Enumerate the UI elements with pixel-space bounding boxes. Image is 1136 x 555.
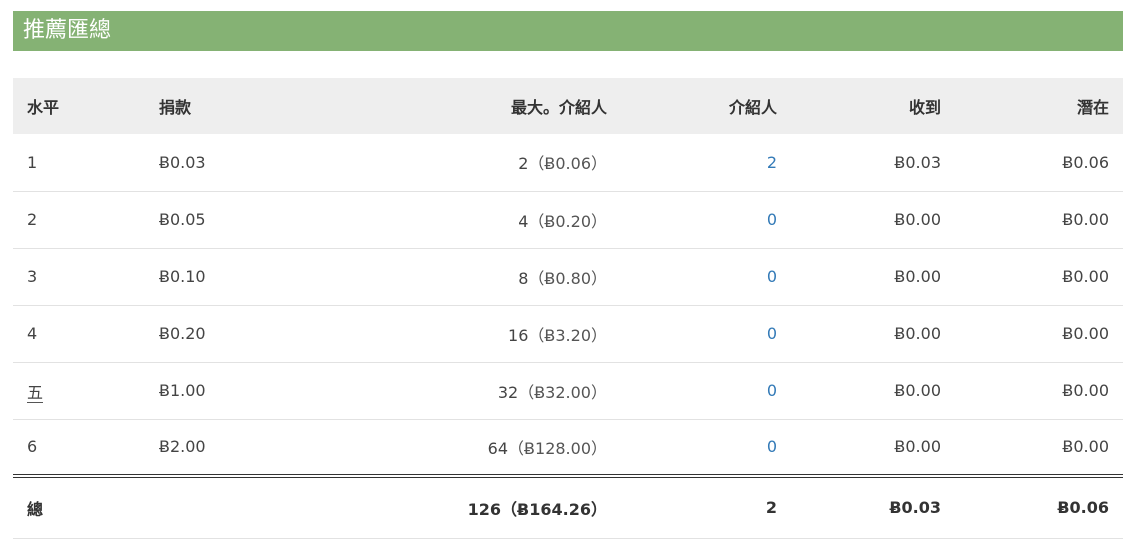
total-referrals: 2 (765, 498, 777, 518)
total-potential: Ƀ0.06 (1057, 498, 1109, 518)
cell-level: 6 (27, 437, 38, 457)
max-amount: （Ƀ0.80） (528, 268, 607, 288)
cell-max-referrals: 16（Ƀ3.20） (335, 305, 621, 362)
cell-max-referrals: 4（Ƀ0.20） (335, 191, 621, 248)
referrals-link[interactable]: 0 (767, 381, 777, 400)
max-count: 4 (518, 211, 529, 231)
total-row: 總 126（Ƀ164.26） 2 Ƀ0.03 Ƀ0.06 (13, 476, 1123, 538)
cell-potential: Ƀ0.00 (1062, 324, 1109, 343)
cell-level: 五 (13, 362, 145, 419)
total-max-referrals: 126（Ƀ164.26） (335, 476, 621, 538)
table-row: 3 Ƀ0.10 8（Ƀ0.80） 0 Ƀ0.00 Ƀ0.00 (13, 248, 1123, 305)
cell-received: Ƀ0.00 (894, 324, 941, 343)
referrals-link[interactable]: 0 (767, 210, 777, 229)
cell-donation: Ƀ2.00 (159, 437, 206, 457)
cell-max-referrals: 8（Ƀ0.80） (335, 248, 621, 305)
header-received: 收到 (908, 98, 941, 117)
cell-level: 3 (27, 267, 38, 286)
level-value: 五 (27, 382, 44, 403)
cell-referrals: 0 (621, 248, 791, 305)
total-received: Ƀ0.03 (889, 498, 941, 518)
cell-received: Ƀ0.00 (894, 381, 941, 400)
total-max-amount: （Ƀ164.26） (501, 499, 607, 519)
cell-potential: Ƀ0.00 (1062, 381, 1109, 400)
cell-potential: Ƀ0.00 (1062, 210, 1109, 229)
max-count: 32 (497, 382, 519, 402)
total-max-count: 126 (467, 499, 502, 519)
cell-potential: Ƀ0.00 (1062, 267, 1109, 286)
header-potential: 潛在 (1076, 98, 1109, 117)
header-max-referrals: 最大。介紹人 (510, 98, 607, 117)
max-amount: （Ƀ32.00） (518, 382, 607, 402)
cell-level: 4 (27, 324, 38, 343)
referral-summary-panel: 推薦匯總 水平 捐款 最大。介紹人 介紹人 收到 潛在 1 Ƀ0.03 2（Ƀ0… (13, 11, 1123, 538)
header-level: 水平 (27, 98, 60, 117)
total-label: 總 (27, 499, 44, 519)
referrals-link[interactable]: 2 (767, 153, 777, 172)
referrals-link[interactable]: 0 (767, 324, 777, 343)
cell-donation: Ƀ0.10 (159, 267, 206, 286)
cell-received: Ƀ0.03 (894, 152, 941, 172)
cell-potential: Ƀ0.06 (1062, 152, 1109, 172)
cell-max-referrals: 64（Ƀ128.00） (335, 419, 621, 476)
cell-donation: Ƀ0.05 (159, 210, 206, 229)
cell-referrals: 2 (621, 134, 791, 191)
cell-referrals: 0 (621, 362, 791, 419)
cell-received: Ƀ0.00 (894, 267, 941, 286)
max-count: 8 (518, 268, 529, 288)
cell-donation: Ƀ0.03 (159, 152, 206, 172)
table-row: 4 Ƀ0.20 16（Ƀ3.20） 0 Ƀ0.00 Ƀ0.00 (13, 305, 1123, 362)
table-row: 2 Ƀ0.05 4（Ƀ0.20） 0 Ƀ0.00 Ƀ0.00 (13, 191, 1123, 248)
max-count: 2 (518, 154, 529, 174)
table-row: 五 Ƀ1.00 32（Ƀ32.00） 0 Ƀ0.00 Ƀ0.00 (13, 362, 1123, 419)
cell-received: Ƀ0.00 (894, 437, 941, 457)
referral-summary-table: 水平 捐款 最大。介紹人 介紹人 收到 潛在 1 Ƀ0.03 2（Ƀ0.06） … (13, 78, 1123, 539)
cell-donation: Ƀ1.00 (159, 381, 206, 400)
referrals-link[interactable]: 0 (767, 437, 777, 456)
table-row: 6 Ƀ2.00 64（Ƀ128.00） 0 Ƀ0.00 Ƀ0.00 (13, 419, 1123, 476)
referrals-link[interactable]: 0 (767, 267, 777, 286)
max-amount: （Ƀ3.20） (528, 325, 607, 345)
panel-title: 推薦匯總 (13, 11, 1123, 51)
cell-potential: Ƀ0.00 (1062, 437, 1109, 457)
cell-donation: Ƀ0.20 (159, 324, 206, 343)
header-donation: 捐款 (159, 98, 192, 117)
max-amount: （Ƀ128.00） (508, 438, 607, 458)
header-referrals: 介紹人 (728, 98, 777, 117)
total-donation (145, 476, 335, 538)
max-amount: （Ƀ0.06） (528, 154, 607, 174)
table-header-row: 水平 捐款 最大。介紹人 介紹人 收到 潛在 (13, 78, 1123, 134)
cell-level: 1 (27, 152, 38, 172)
max-amount: （Ƀ0.20） (528, 211, 607, 231)
cell-received: Ƀ0.00 (894, 210, 941, 229)
cell-referrals: 0 (621, 305, 791, 362)
cell-max-referrals: 2（Ƀ0.06） (335, 134, 621, 191)
max-count: 64 (487, 438, 509, 458)
cell-max-referrals: 32（Ƀ32.00） (335, 362, 621, 419)
cell-level: 2 (27, 210, 38, 229)
cell-referrals: 0 (621, 419, 791, 476)
table-row: 1 Ƀ0.03 2（Ƀ0.06） 2 Ƀ0.03 Ƀ0.06 (13, 134, 1123, 191)
max-count: 16 (508, 325, 529, 345)
cell-referrals: 0 (621, 191, 791, 248)
